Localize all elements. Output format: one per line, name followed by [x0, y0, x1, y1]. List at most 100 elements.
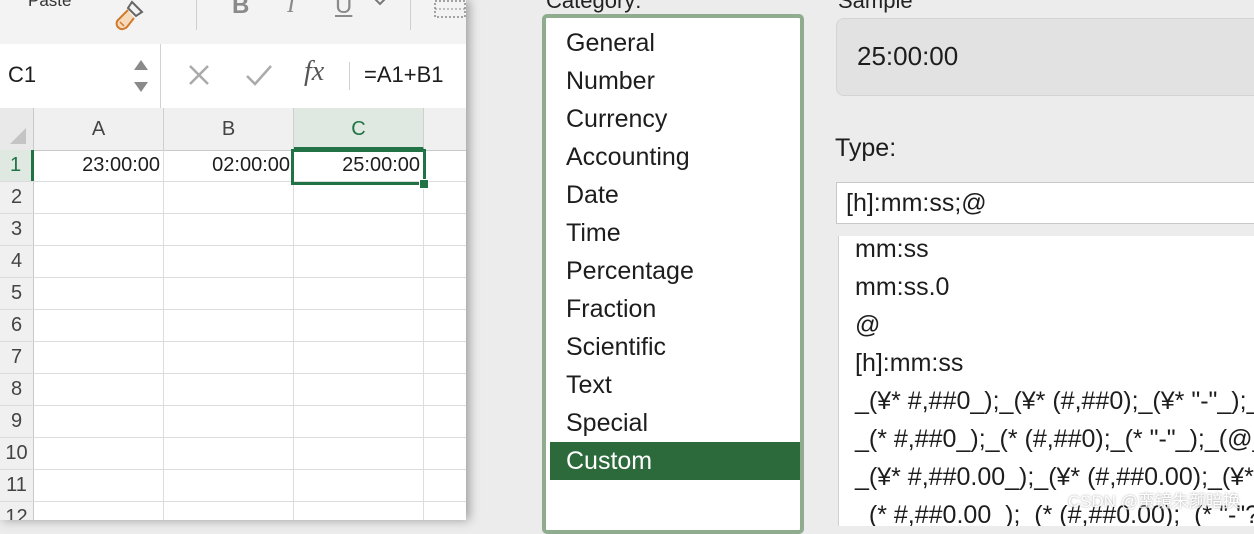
cell[interactable] — [164, 438, 294, 469]
cell[interactable] — [164, 502, 294, 520]
column-header-a[interactable]: A — [34, 108, 164, 150]
category-list[interactable]: General Number Currency Accounting Date … — [542, 14, 804, 534]
table-row: 10 — [0, 438, 466, 470]
type-list-item[interactable]: mm:ss — [855, 236, 929, 268]
type-list-item[interactable]: mm:ss.0 — [855, 268, 949, 306]
cell[interactable] — [34, 502, 164, 520]
paste-button-label[interactable]: Paste — [28, 0, 71, 11]
select-all-icon[interactable] — [8, 126, 28, 151]
cell[interactable] — [34, 182, 164, 213]
cell[interactable] — [164, 310, 294, 341]
format-painter-icon[interactable] — [112, 0, 148, 37]
cell-a1[interactable]: 23:00:00 — [34, 150, 164, 181]
cell[interactable] — [294, 438, 424, 469]
cell[interactable] — [294, 374, 424, 405]
category-item[interactable]: Fraction — [550, 290, 800, 328]
name-box-stepper-icon[interactable] — [132, 54, 150, 103]
category-item[interactable]: Percentage — [550, 252, 800, 290]
type-list[interactable]: mm:ss mm:ss.0 @ [h]:mm:ss _(¥* #,##0_);_… — [838, 236, 1254, 526]
formula-separator — [349, 62, 350, 90]
cell-b1[interactable]: 02:00:00 — [164, 150, 294, 181]
cell[interactable] — [164, 374, 294, 405]
insert-function-button[interactable]: fx — [304, 56, 324, 88]
category-item[interactable]: Currency — [550, 100, 800, 138]
cell[interactable] — [164, 470, 294, 501]
borders-icon[interactable] — [434, 0, 466, 25]
row-header[interactable]: 12 — [0, 502, 34, 520]
chevron-down-icon[interactable] — [372, 0, 388, 15]
row-header[interactable]: 9 — [0, 406, 34, 437]
category-item-selected[interactable]: Custom — [550, 442, 800, 480]
row-header[interactable]: 8 — [0, 374, 34, 405]
formula-input[interactable]: =A1+B1 — [364, 62, 444, 88]
fill-handle[interactable] — [419, 179, 429, 189]
ribbon-separator — [196, 0, 197, 30]
category-item[interactable]: Time — [550, 214, 800, 252]
cell[interactable] — [164, 278, 294, 309]
cell[interactable] — [34, 342, 164, 373]
row-header[interactable]: 2 — [0, 182, 34, 213]
formula-bar: C1 fx =A1+B1 — [0, 44, 466, 109]
table-row: 11 — [0, 470, 466, 502]
cancel-icon[interactable] — [186, 62, 212, 93]
row-header[interactable]: 3 — [0, 214, 34, 245]
column-header-d[interactable] — [424, 108, 466, 150]
select-all-corner[interactable] — [0, 108, 34, 150]
cell[interactable] — [294, 406, 424, 437]
cell[interactable] — [34, 406, 164, 437]
name-box-value[interactable]: C1 — [8, 62, 36, 88]
cell[interactable] — [294, 246, 424, 277]
category-item[interactable]: Text — [550, 366, 800, 404]
column-header-b[interactable]: B — [164, 108, 294, 150]
row-header[interactable]: 1 — [0, 150, 34, 181]
cell[interactable] — [34, 246, 164, 277]
bold-button[interactable]: B — [232, 0, 249, 20]
cell[interactable] — [164, 246, 294, 277]
row-header[interactable]: 10 — [0, 438, 34, 469]
italic-button[interactable]: I — [287, 0, 295, 19]
type-list-item[interactable]: _(¥* #,##0_);_(¥* (#,##0);_(¥* "-"_);_(@… — [855, 382, 1254, 420]
category-item[interactable]: General — [550, 24, 800, 62]
cell[interactable] — [164, 182, 294, 213]
table-row: 4 — [0, 246, 466, 278]
type-input[interactable]: [h]:mm:ss;@ — [836, 182, 1254, 224]
type-list-item[interactable]: @ — [855, 306, 880, 344]
category-item[interactable]: Accounting — [550, 138, 800, 176]
cell[interactable] — [34, 310, 164, 341]
name-box[interactable]: C1 — [0, 44, 161, 108]
cell[interactable] — [294, 182, 424, 213]
category-label: Category: — [546, 0, 642, 13]
cell[interactable] — [294, 470, 424, 501]
cell[interactable] — [34, 470, 164, 501]
table-row: 8 — [0, 374, 466, 406]
cell[interactable] — [34, 278, 164, 309]
cell[interactable] — [164, 214, 294, 245]
category-item[interactable]: Date — [550, 176, 800, 214]
category-item[interactable]: Scientific — [550, 328, 800, 366]
worksheet-grid[interactable]: A B C 1 23:00:00 02:00:00 25:00:00 2 3 4… — [0, 108, 466, 520]
category-item[interactable]: Special — [550, 404, 800, 442]
selected-cell-outline — [291, 149, 426, 185]
category-item[interactable]: Number — [550, 62, 800, 100]
checkmark-icon[interactable] — [244, 62, 274, 93]
row-header[interactable]: 5 — [0, 278, 34, 309]
table-row: 3 — [0, 214, 466, 246]
cell[interactable] — [294, 502, 424, 520]
row-header[interactable]: 4 — [0, 246, 34, 277]
cell[interactable] — [294, 278, 424, 309]
cell[interactable] — [294, 214, 424, 245]
type-list-item[interactable]: [h]:mm:ss — [855, 344, 963, 382]
cell[interactable] — [294, 342, 424, 373]
cell[interactable] — [164, 342, 294, 373]
cell[interactable] — [294, 310, 424, 341]
row-header[interactable]: 7 — [0, 342, 34, 373]
underline-button[interactable]: U — [335, 0, 352, 20]
column-header-c[interactable]: C — [294, 108, 424, 150]
row-header[interactable]: 11 — [0, 470, 34, 501]
cell[interactable] — [164, 406, 294, 437]
cell[interactable] — [34, 438, 164, 469]
row-header[interactable]: 6 — [0, 310, 34, 341]
type-list-item[interactable]: _(* #,##0_);_(* (#,##0);_(* "-"_);_(@_) — [855, 420, 1254, 458]
cell[interactable] — [34, 374, 164, 405]
cell[interactable] — [34, 214, 164, 245]
